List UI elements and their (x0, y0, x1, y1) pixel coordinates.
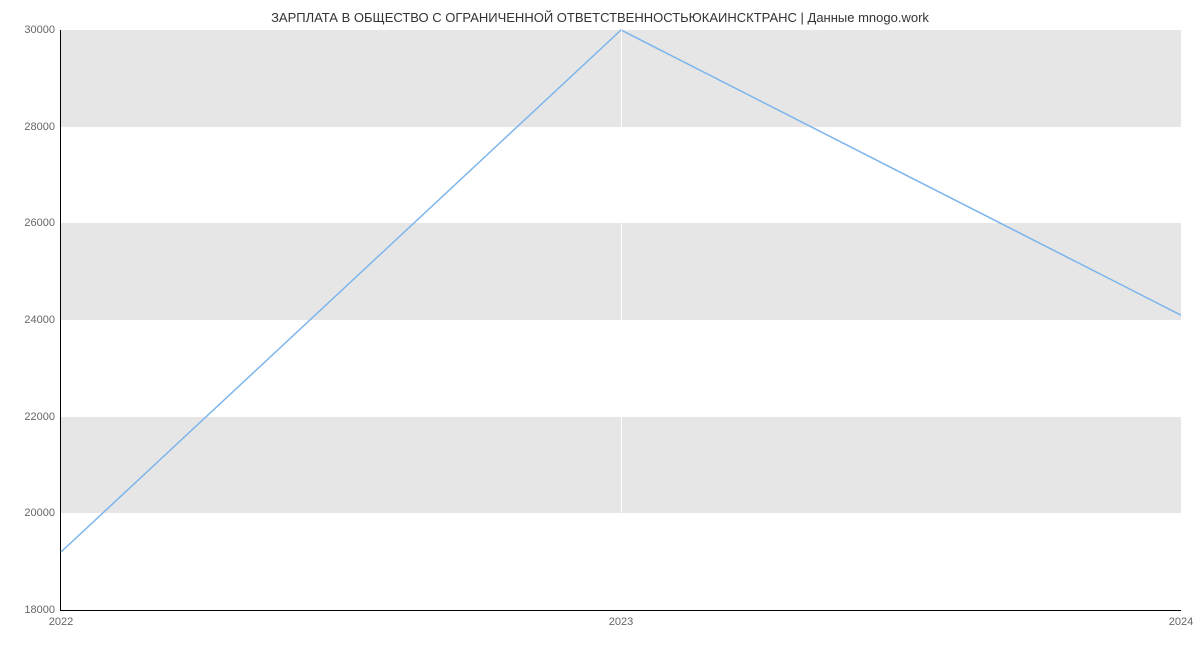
x-tick-label: 2022 (49, 616, 73, 628)
x-tick-label: 2023 (609, 616, 633, 628)
y-tick-label: 28000 (24, 121, 55, 133)
chart-title: ЗАРПЛАТА В ОБЩЕСТВО С ОГРАНИЧЕННОЙ ОТВЕТ… (0, 10, 1200, 25)
plot-area: 1800020000220002400026000280003000020222… (60, 30, 1181, 611)
y-tick-label: 20000 (24, 507, 55, 519)
x-tick-label: 2024 (1169, 616, 1193, 628)
y-tick-label: 18000 (24, 604, 55, 616)
y-tick-label: 30000 (24, 24, 55, 36)
x-gridline (1181, 30, 1182, 610)
y-tick-label: 26000 (24, 217, 55, 229)
y-tick-label: 22000 (24, 411, 55, 423)
x-gridline (621, 30, 622, 610)
y-tick-label: 24000 (24, 314, 55, 326)
chart-container: ЗАРПЛАТА В ОБЩЕСТВО С ОГРАНИЧЕННОЙ ОТВЕТ… (0, 0, 1200, 650)
